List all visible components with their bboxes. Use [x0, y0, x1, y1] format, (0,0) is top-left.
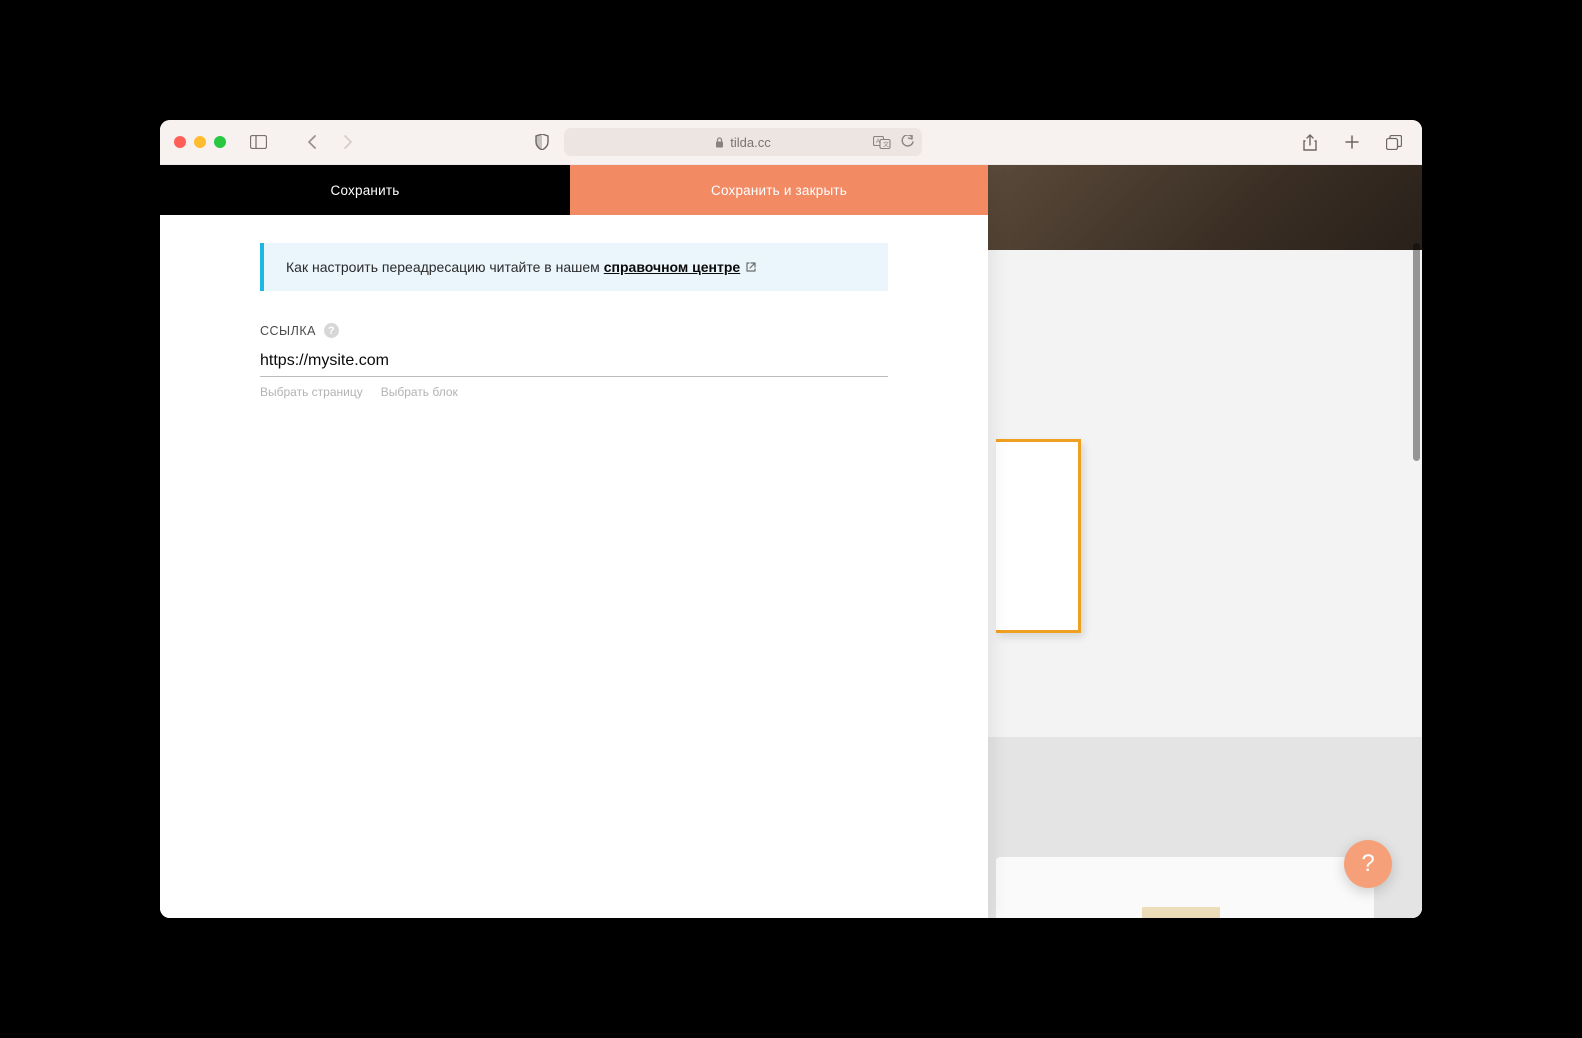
- minimize-window-button[interactable]: [194, 136, 206, 148]
- link-field-label: ССЫЛКА: [260, 324, 316, 338]
- panel-header: Сохранить Сохранить и закрыть: [160, 165, 988, 215]
- sidebar-icon: [250, 135, 267, 149]
- help-fab-button[interactable]: ?: [1344, 840, 1392, 888]
- translate-icon[interactable]: A文: [873, 136, 891, 149]
- field-label-row: ССЫЛКА ?: [260, 323, 888, 338]
- info-callout: Как настроить переадресацию читайте в на…: [260, 243, 888, 291]
- save-button[interactable]: Сохранить: [160, 165, 570, 215]
- address-bar-host: tilda.cc: [730, 135, 770, 150]
- selected-block-outline[interactable]: [996, 439, 1081, 633]
- share-button[interactable]: [1296, 128, 1324, 156]
- field-sub-actions: Выбрать страницу Выбрать блок: [260, 385, 888, 399]
- reload-icon[interactable]: [901, 135, 914, 149]
- new-tab-button[interactable]: [1338, 128, 1366, 156]
- page-hero-background: [988, 165, 1422, 250]
- svg-text:文: 文: [883, 140, 889, 148]
- settings-panel: Сохранить Сохранить и закрыть Как настро…: [160, 165, 988, 918]
- chevron-right-icon: [343, 135, 353, 149]
- back-button[interactable]: [298, 128, 326, 156]
- page-block-card: [996, 857, 1374, 918]
- save-and-close-button-label: Сохранить и закрыть: [711, 183, 847, 198]
- field-help-button[interactable]: ?: [324, 323, 339, 338]
- close-window-button[interactable]: [174, 136, 186, 148]
- save-and-close-button[interactable]: Сохранить и закрыть: [570, 165, 988, 215]
- link-url-input[interactable]: [260, 344, 888, 377]
- shield-icon: [535, 134, 549, 150]
- help-center-link[interactable]: справочном центре: [604, 259, 740, 275]
- external-link-icon: [746, 262, 756, 272]
- question-mark-icon: ?: [328, 325, 335, 337]
- scrollbar-thumb[interactable]: [1413, 243, 1420, 461]
- select-page-link[interactable]: Выбрать страницу: [260, 385, 363, 399]
- forward-button[interactable]: [334, 128, 362, 156]
- save-button-label: Сохранить: [331, 183, 400, 198]
- tabs-icon: [1386, 135, 1402, 150]
- panel-body: Как настроить переадресацию читайте в на…: [160, 215, 988, 399]
- lock-icon: [715, 137, 724, 148]
- select-block-link[interactable]: Выбрать блок: [381, 385, 458, 399]
- plus-icon: [1345, 135, 1359, 149]
- browser-window: tilda.cc A文: [160, 120, 1422, 918]
- address-bar[interactable]: tilda.cc A文: [564, 128, 922, 156]
- window-controls: [174, 136, 226, 148]
- privacy-shield-button[interactable]: [528, 128, 556, 156]
- card-thumbnail: [1142, 907, 1220, 918]
- svg-text:A: A: [876, 139, 880, 145]
- help-fab-glyph: ?: [1361, 850, 1374, 878]
- tabs-overview-button[interactable]: [1380, 128, 1408, 156]
- sidebar-toggle-button[interactable]: [244, 128, 272, 156]
- maximize-window-button[interactable]: [214, 136, 226, 148]
- browser-toolbar: tilda.cc A文: [160, 120, 1422, 165]
- browser-viewport: Сохранить Сохранить и закрыть Как настро…: [160, 165, 1422, 918]
- info-text: Как настроить переадресацию читайте в на…: [286, 259, 600, 275]
- chevron-left-icon: [307, 135, 317, 149]
- share-icon: [1303, 134, 1317, 151]
